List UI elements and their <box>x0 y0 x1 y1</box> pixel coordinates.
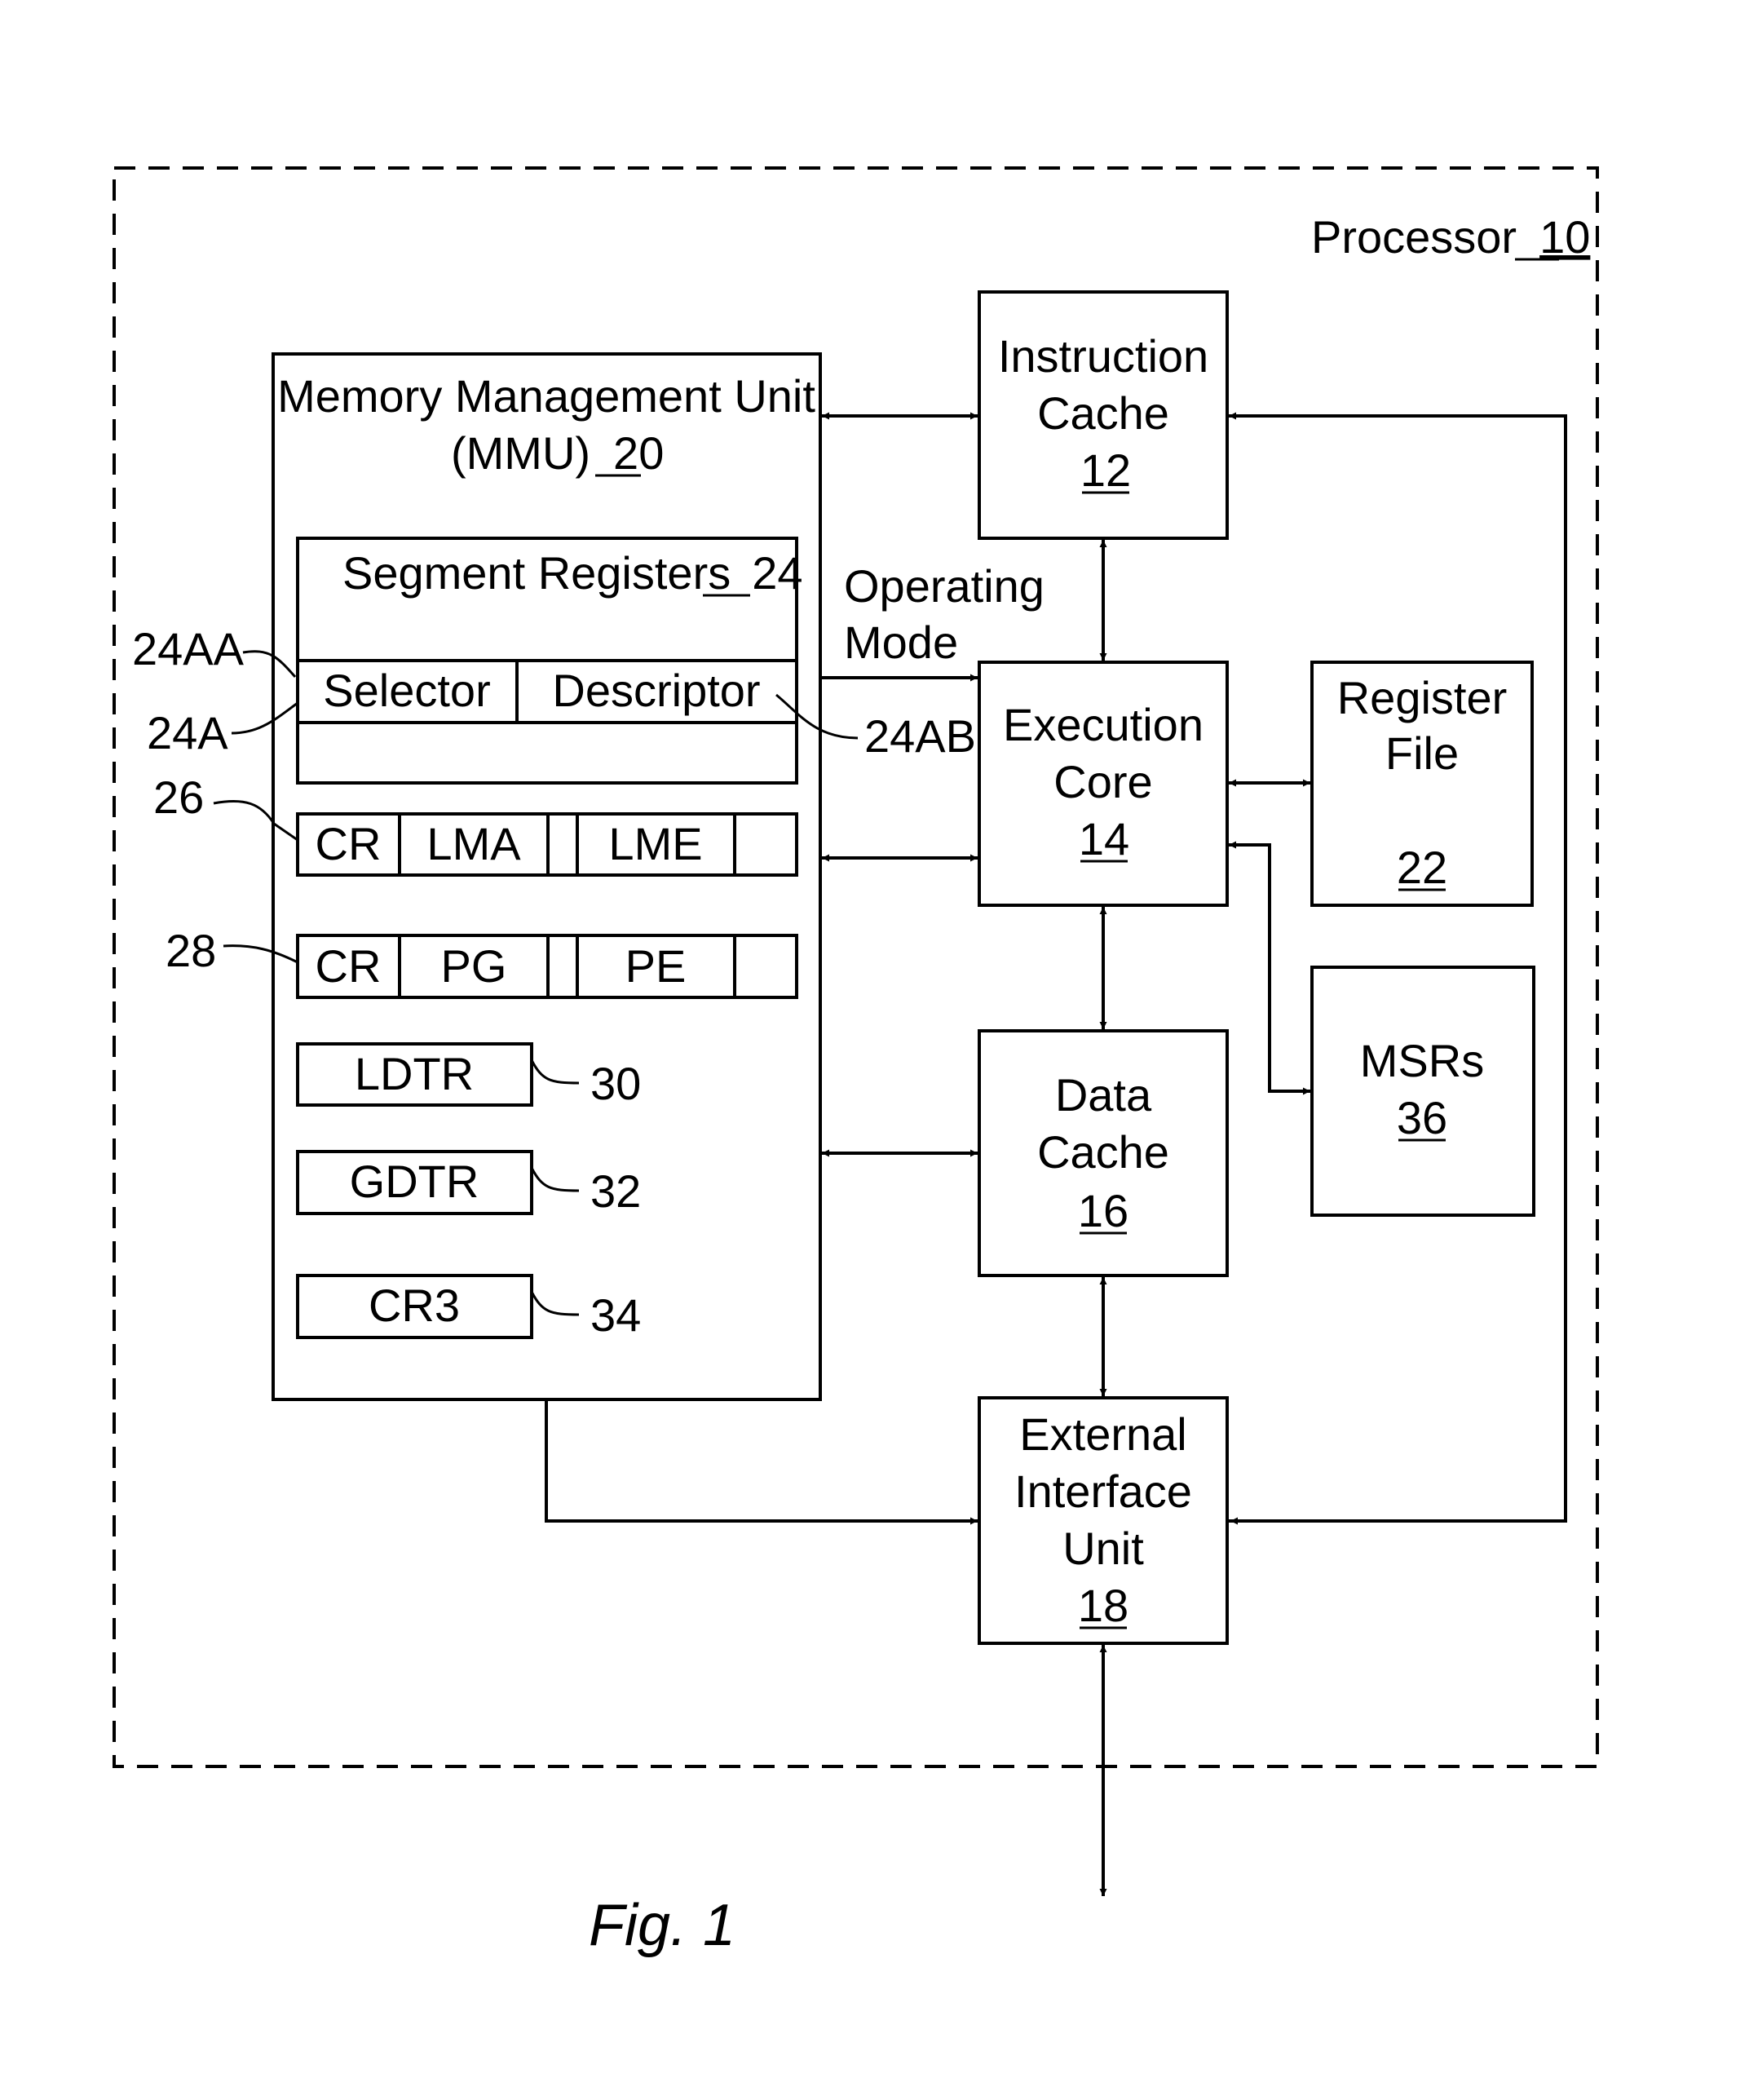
register-file-label-2: File <box>1385 727 1459 779</box>
processor-label: Processor 10 <box>1311 211 1590 263</box>
callout-24aa: 24AA <box>132 623 245 674</box>
callout-34: 34 <box>590 1289 641 1341</box>
descriptor-field: Descriptor <box>552 665 760 716</box>
cr-register-28: CR PG PE <box>296 934 798 999</box>
callout-24ab: 24AB <box>864 710 976 762</box>
data-cache-label-1: Data <box>1055 1069 1152 1121</box>
msrs-box <box>1310 966 1535 1217</box>
mmu-title: Memory Management Unit <box>277 370 815 422</box>
operating-mode-label-1: Operating <box>844 560 1045 612</box>
gdtr-label: GDTR <box>350 1156 479 1207</box>
callout-30: 30 <box>590 1058 641 1109</box>
processor-block-diagram: marker path{fill:#000;} Processor 10 Memo… <box>113 166 1599 1958</box>
segment-registers: Segment Registers 24 Selector Descriptor <box>296 537 803 785</box>
external-interface-label-1: External <box>1019 1408 1186 1460</box>
selector-field: Selector <box>323 665 490 716</box>
figure-caption: Fig. 1 <box>589 1893 735 1958</box>
msrs-label: MSRs <box>1360 1035 1484 1086</box>
external-interface-label-2: Interface <box>1014 1466 1192 1517</box>
callout-24a: 24A <box>147 707 228 758</box>
mmu-subtitle: (MMU) 20 <box>451 427 664 479</box>
instruction-cache-ref: 12 <box>1080 444 1131 496</box>
cr3-label: CR3 <box>369 1280 460 1331</box>
instruction-cache-label-2: Cache <box>1037 387 1169 439</box>
execution-core-label-1: Execution <box>1003 699 1204 750</box>
execution-core-label-2: Core <box>1053 756 1152 807</box>
register-file-label-1: Register <box>1337 672 1508 723</box>
register-file-ref: 22 <box>1397 842 1447 893</box>
external-interface-ref: 18 <box>1078 1580 1128 1631</box>
cr-register-26: CR LMA LME <box>296 812 798 877</box>
cr26-field-cr: CR <box>316 818 382 869</box>
data-cache-label-2: Cache <box>1037 1126 1169 1178</box>
callout-26: 26 <box>153 771 204 823</box>
callout-32: 32 <box>590 1165 641 1217</box>
execution-core-ref: 14 <box>1079 813 1129 864</box>
external-interface-label-3: Unit <box>1062 1523 1144 1574</box>
operating-mode-label-2: Mode <box>844 617 958 668</box>
data-cache-ref: 16 <box>1078 1185 1128 1236</box>
instruction-cache-label-1: Instruction <box>998 330 1208 382</box>
cr28-field-pg: PG <box>441 940 507 992</box>
cr26-field-lma: LMA <box>426 818 521 869</box>
cr28-field-cr: CR <box>316 940 382 992</box>
ldtr-label: LDTR <box>355 1048 474 1099</box>
cr26-field-lme: LME <box>608 818 702 869</box>
msrs-ref: 36 <box>1397 1092 1447 1143</box>
arrow-core-msrs <box>1229 841 1310 1095</box>
callout-28: 28 <box>166 925 216 976</box>
arrow-mmu-eiu <box>545 1399 978 1525</box>
cr28-field-pe: PE <box>625 940 687 992</box>
